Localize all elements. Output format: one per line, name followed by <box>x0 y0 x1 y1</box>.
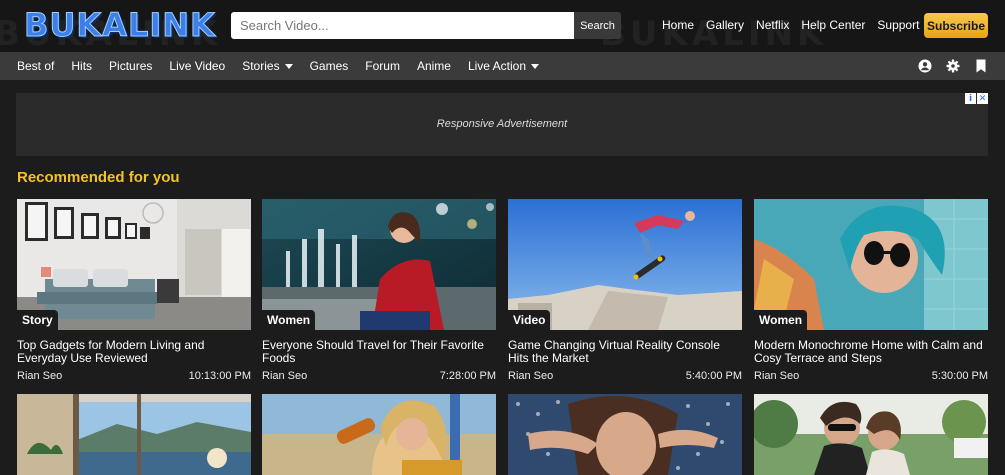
nav-help-center[interactable]: Help Center <box>801 18 865 32</box>
search-bar: Search <box>231 12 621 39</box>
post-author[interactable]: Rian Seo <box>262 370 307 382</box>
nav-label: Best of <box>17 59 55 73</box>
post-thumbnail[interactable] <box>754 394 988 475</box>
category-badge[interactable]: Women <box>754 310 808 330</box>
nav-label: Pictures <box>109 59 153 73</box>
nav-label: Live Video <box>169 59 226 73</box>
post-card[interactable]: Women Modern Monochrome Home with Calm a… <box>754 199 988 382</box>
nav-support[interactable]: Support <box>877 18 919 32</box>
category-badge[interactable]: Story <box>17 310 58 330</box>
post-thumbnail[interactable]: Women <box>754 199 988 330</box>
top-nav: Home Gallery Netflix Help Center Support <box>662 18 931 32</box>
post-author[interactable]: Rian Seo <box>508 370 553 382</box>
category-badge[interactable]: Women <box>262 310 316 330</box>
nav-best-of[interactable]: Best of <box>17 59 54 73</box>
post-title[interactable]: Game Changing Virtual Reality Console Hi… <box>508 339 742 365</box>
nav-live-action[interactable]: Live Action <box>468 59 539 73</box>
ad-label: Responsive Advertisement <box>436 118 568 130</box>
header: BUKALINK BUKALINK BUKALINK Search Home G… <box>0 0 1005 52</box>
gear-icon[interactable] <box>945 58 960 73</box>
nav-anime[interactable]: Anime <box>417 59 451 73</box>
nav-label: Anime <box>416 59 451 73</box>
subscribe-button[interactable]: Subscribe <box>924 13 988 38</box>
post-title[interactable]: Modern Monochrome Home with Calm and Cos… <box>754 339 988 365</box>
post-meta: Rian Seo 5:40:00 PM <box>508 370 742 382</box>
close-icon[interactable]: ✕ <box>977 93 988 104</box>
nav-gallery[interactable]: Gallery <box>706 18 744 32</box>
ad-choices[interactable]: i ✕ <box>964 93 988 104</box>
post-meta: Rian Seo 7:28:00 PM <box>262 370 496 382</box>
post-author[interactable]: Rian Seo <box>754 370 799 382</box>
post-thumbnail[interactable] <box>262 394 496 475</box>
nav-forum[interactable]: Forum <box>365 59 400 73</box>
search-button[interactable]: Search <box>574 12 621 39</box>
nav-label: Forum <box>365 59 400 73</box>
info-icon[interactable]: i <box>965 93 976 104</box>
chevron-down-icon <box>284 63 293 69</box>
nav-label: Live Action <box>467 59 526 73</box>
post-card[interactable]: Women Everyone Should Travel for Their F… <box>262 199 496 382</box>
nav-stories[interactable]: Stories <box>242 59 293 73</box>
nav-games[interactable]: Games <box>310 59 349 73</box>
advertisement: Responsive Advertisement i ✕ <box>16 93 988 156</box>
chevron-down-icon <box>531 63 539 69</box>
post-thumbnail[interactable]: Video <box>508 199 742 330</box>
post-thumbnail[interactable] <box>17 394 251 475</box>
nav-home[interactable]: Home <box>662 18 694 32</box>
nav-live-video[interactable]: Live Video <box>169 59 225 73</box>
post-time: 5:30:00 PM <box>931 370 988 382</box>
post-thumbnail[interactable]: Women <box>262 199 496 330</box>
site-logo[interactable]: BUKALINK <box>24 6 216 45</box>
nav-hits[interactable]: Hits <box>71 59 92 73</box>
post-meta: Rian Seo 5:30:00 PM <box>754 370 988 382</box>
main-nav: Best of Hits Pictures Live Video Stories… <box>0 52 1005 80</box>
nav-label: Games <box>309 59 349 73</box>
post-time: 5:40:00 PM <box>685 370 742 382</box>
category-badge[interactable]: Video <box>508 310 551 330</box>
nav-icons <box>917 58 988 73</box>
nav-label: Stories <box>242 59 280 73</box>
post-time: 10:13:00 PM <box>188 370 251 382</box>
post-time: 7:28:00 PM <box>439 370 496 382</box>
section-title: Recommended for you <box>17 169 180 186</box>
post-title[interactable]: Top Gadgets for Modern Living and Everyd… <box>17 339 251 365</box>
bookmark-icon[interactable] <box>973 58 988 73</box>
post-title[interactable]: Everyone Should Travel for Their Favorit… <box>262 339 496 365</box>
post-author[interactable]: Rian Seo <box>17 370 62 382</box>
search-input[interactable] <box>231 12 574 39</box>
user-icon[interactable] <box>917 58 932 73</box>
nav-netflix[interactable]: Netflix <box>756 18 789 32</box>
post-meta: Rian Seo 10:13:00 PM <box>17 370 251 382</box>
post-thumbnail[interactable] <box>508 394 742 475</box>
nav-label: Hits <box>71 59 93 73</box>
post-card[interactable]: Video Game Changing Virtual Reality Cons… <box>508 199 742 382</box>
post-thumbnail[interactable]: Story <box>17 199 251 330</box>
post-card[interactable]: Story Top Gadgets for Modern Living and … <box>17 199 251 382</box>
nav-pictures[interactable]: Pictures <box>109 59 152 73</box>
